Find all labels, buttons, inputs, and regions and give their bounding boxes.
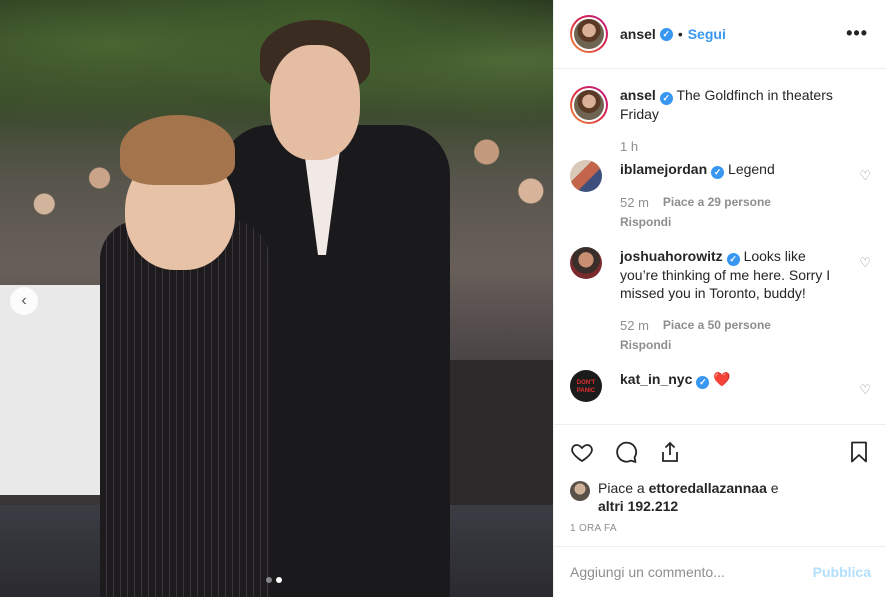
comment-username[interactable]: kat_in_nyc (620, 371, 692, 387)
comment-item: iblamejordan ✓ Legend 52 m Piace a 29 per… (570, 160, 871, 229)
likes-suffix: e (766, 480, 779, 496)
comment-like-heart-icon[interactable]: ♡ (859, 255, 871, 271)
heart-icon[interactable] (570, 440, 594, 464)
likes-count[interactable]: altri 192.212 (598, 498, 678, 514)
comment-time[interactable]: 52 m (620, 318, 649, 333)
commenter-avatar[interactable]: DON'T PANIC (570, 370, 602, 402)
caption-avatar[interactable] (570, 86, 608, 124)
comment-item: DON'T PANIC kat_in_nyc ✓ ❤️ ♡ (570, 370, 871, 402)
author-avatar[interactable] (570, 15, 608, 53)
carousel-dot-active (276, 577, 282, 583)
liker-username[interactable]: ettoredallazannaa (649, 480, 767, 496)
verified-badge-icon: ✓ (726, 253, 740, 266)
separator-bullet: • (677, 26, 683, 42)
follow-button[interactable]: Segui (688, 26, 726, 42)
comment-item: joshuahorowitz ✓ Looks like you’re thinki… (570, 247, 871, 352)
share-icon[interactable] (658, 440, 682, 464)
liker-avatar[interactable] (570, 481, 590, 501)
posted-time[interactable]: 1 ora fa (570, 523, 871, 534)
comment-username[interactable]: iblamejordan (620, 161, 707, 177)
post-photo[interactable]: ‹ (0, 0, 553, 597)
chevron-left-icon: ‹ (21, 292, 27, 309)
comment-text: Legend (728, 161, 775, 177)
commenter-avatar[interactable] (570, 247, 602, 279)
comment-text: ❤️ (713, 371, 731, 387)
comment-likes[interactable]: Piace a 29 persone (663, 195, 771, 210)
comment-icon[interactable] (614, 440, 638, 464)
comment-likes[interactable]: Piace a 50 persone (663, 318, 771, 333)
more-options-icon[interactable]: ••• (846, 24, 868, 42)
verified-badge-icon: ✓ (659, 27, 673, 41)
photo-figure-boy (100, 115, 280, 597)
verified-badge-icon: ✓ (696, 376, 710, 389)
comments-list[interactable]: ansel ✓ The Goldfinch in theaters Friday … (554, 70, 886, 424)
post-actions: Piace a ettoredallazannaa e altri 192.21… (554, 424, 886, 534)
caption-time[interactable]: 1 h (620, 139, 871, 154)
verified-badge-icon: ✓ (711, 166, 725, 179)
comment-username[interactable]: joshuahorowitz (620, 248, 723, 264)
publish-button[interactable]: Pubblica (813, 564, 871, 580)
add-comment-bar: Pubblica (554, 546, 886, 597)
caption-username[interactable]: ansel (620, 87, 656, 103)
comment-like-heart-icon[interactable]: ♡ (859, 382, 871, 398)
post-caption: ansel ✓ The Goldfinch in theaters Friday … (570, 70, 871, 154)
likes-prefix: Piace a (598, 480, 649, 496)
comment-input[interactable] (570, 564, 813, 580)
author-username[interactable]: ansel (620, 26, 656, 42)
carousel-dot (266, 577, 272, 583)
reply-button[interactable]: Rispondi (620, 338, 843, 352)
comment-like-heart-icon[interactable]: ♡ (859, 168, 871, 184)
bookmark-icon[interactable] (847, 440, 871, 464)
carousel-dots (266, 577, 282, 583)
commenter-avatar[interactable] (570, 160, 602, 192)
post-side-panel: ansel ✓ • Segui ••• ansel ✓ The Goldfinch… (553, 0, 886, 597)
likes-summary: Piace a ettoredallazannaa e altri 192.21… (570, 479, 871, 515)
reply-button[interactable]: Rispondi (620, 215, 843, 229)
comment-time[interactable]: 52 m (620, 195, 649, 210)
post-header: ansel ✓ • Segui ••• (554, 0, 886, 69)
verified-badge-icon: ✓ (659, 92, 673, 105)
carousel-prev-button[interactable]: ‹ (10, 287, 38, 315)
